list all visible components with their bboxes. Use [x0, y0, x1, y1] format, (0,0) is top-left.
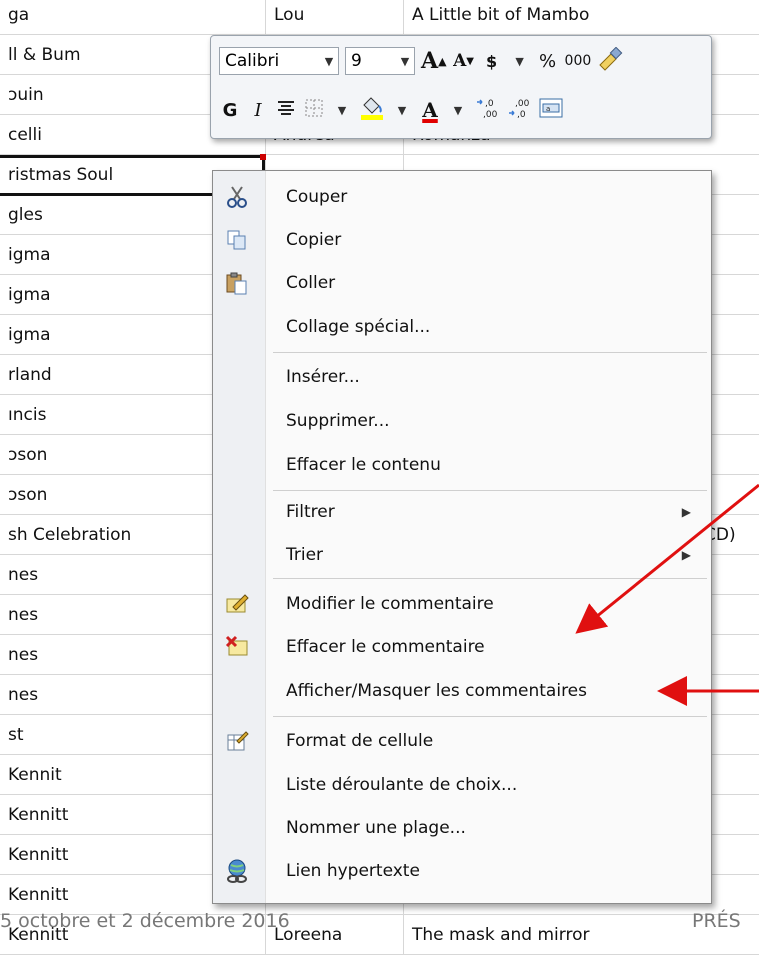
svg-text:,00: ,00	[515, 99, 530, 109]
currency-label: $	[485, 51, 498, 71]
decrease-decimal-icon: ,00,0	[507, 97, 533, 124]
shrink-font-button[interactable]: A ▼	[453, 47, 475, 75]
menu-item-show-hide-comments[interactable]: Afficher/Masquer les commentaires	[213, 671, 711, 711]
shrink-font-label: A	[453, 51, 467, 71]
menu-item-clear-contents[interactable]: Effacer le contenu	[213, 445, 711, 485]
chevron-down-icon[interactable]: ▼	[396, 55, 414, 68]
svg-text:a: a	[546, 105, 550, 113]
paint-bucket-icon	[359, 95, 385, 126]
menu-item-label: Afficher/Masquer les commentaires	[286, 681, 588, 701]
menu-item-name-range[interactable]: Nommer une plage...	[213, 808, 711, 848]
slide-footer-title: PRÉS	[692, 910, 741, 932]
thousands-separator-button[interactable]: 000	[565, 47, 592, 75]
menu-item-edit-comment[interactable]: Modifier le commentaire	[213, 584, 711, 624]
table-row: ga Lou A Little bit of Mambo	[0, 0, 759, 35]
thousands-label: 000	[564, 53, 592, 69]
svg-text:,0: ,0	[485, 99, 494, 109]
context-menu: Couper Copier Coller Collage spécial... …	[212, 170, 712, 904]
format-painter-icon	[597, 46, 623, 76]
font-color-label: A	[422, 98, 438, 122]
svg-text:,0: ,0	[517, 110, 526, 119]
submenu-arrow-icon: ▶	[681, 548, 691, 562]
menu-item-sort[interactable]: Trier ▶	[213, 535, 711, 575]
cell-artist[interactable]: ga	[0, 0, 266, 35]
menu-item-format-cells[interactable]: Format de cellule	[213, 721, 711, 761]
chevron-down-icon[interactable]: ▼	[391, 96, 413, 124]
borders-icon	[304, 98, 324, 123]
menu-item-paste[interactable]: Coller	[213, 263, 711, 303]
menu-item-paste-special[interactable]: Collage spécial...	[213, 307, 711, 347]
menu-item-cut[interactable]: Couper	[213, 177, 711, 217]
percent-button[interactable]: %	[537, 47, 559, 75]
font-name-combo[interactable]: Calibri ▼	[219, 47, 339, 75]
bold-label: G	[222, 99, 238, 121]
menu-item-delete[interactable]: Supprimer...	[213, 401, 711, 441]
menu-item-label: Lien hypertexte	[286, 861, 420, 881]
comment-indicator	[260, 154, 266, 160]
increase-decimal-icon: ,0,00	[475, 97, 501, 124]
menu-item-label: Liste déroulante de choix...	[286, 775, 518, 795]
menu-item-dropdown-list[interactable]: Liste déroulante de choix...	[213, 765, 711, 805]
font-color-button[interactable]: A	[419, 96, 441, 124]
menu-separator	[273, 352, 707, 353]
decrease-decimal-button[interactable]: ,00,0	[507, 96, 533, 124]
chevron-down-icon[interactable]: ▼	[509, 47, 531, 75]
cell-firstname[interactable]: Lou	[266, 0, 404, 35]
borders-button[interactable]	[303, 96, 325, 124]
slide-footer-date: 5 octobre et 2 décembre 2016	[0, 910, 290, 932]
hyperlink-icon	[223, 857, 251, 885]
menu-item-label: Nommer une plage...	[286, 818, 466, 838]
submenu-arrow-icon: ▶	[681, 505, 691, 519]
menu-item-label: Supprimer...	[286, 411, 390, 431]
menu-item-copy[interactable]: Copier	[213, 220, 711, 260]
menu-item-label: Filtrer	[286, 502, 335, 522]
merge-cells-icon: a	[539, 97, 563, 124]
menu-item-label: Modifier le commentaire	[286, 594, 494, 614]
delete-comment-icon	[223, 633, 251, 661]
cell-title[interactable]: A Little bit of Mambo	[404, 0, 759, 35]
format-cells-icon	[223, 727, 251, 755]
mini-toolbar: Calibri ▼ 9 ▼ A ▲ A ▼ $ ▼ % 000 G I ▼ ▼ …	[210, 35, 712, 139]
chevron-down-icon[interactable]: ▼	[447, 96, 469, 124]
menu-item-label: Format de cellule	[286, 731, 434, 751]
increase-decimal-button[interactable]: ,0,00	[475, 96, 501, 124]
menu-item-insert[interactable]: Insérer...	[213, 357, 711, 397]
menu-item-label: Coller	[286, 273, 336, 293]
scissors-icon	[223, 183, 251, 211]
menu-item-hyperlink[interactable]: Lien hypertexte	[213, 851, 711, 891]
menu-item-label: Couper	[286, 187, 348, 207]
menu-separator	[273, 578, 707, 579]
center-align-button[interactable]	[275, 96, 297, 124]
percent-label: %	[538, 50, 557, 72]
menu-item-label: Effacer le commentaire	[286, 637, 485, 657]
menu-item-label: Effacer le contenu	[286, 455, 441, 475]
copy-icon	[223, 226, 251, 254]
menu-item-label: Collage spécial...	[286, 317, 431, 337]
menu-item-filter[interactable]: Filtrer ▶	[213, 492, 711, 532]
paste-icon	[223, 269, 251, 297]
italic-label: I	[254, 99, 262, 121]
menu-item-label: Copier	[286, 230, 342, 250]
menu-separator	[273, 490, 707, 491]
grow-font-label: A	[421, 48, 439, 74]
edit-comment-icon	[223, 590, 251, 618]
fill-color-button[interactable]	[359, 96, 385, 124]
menu-item-label: Trier	[286, 545, 324, 565]
svg-text:,00: ,00	[483, 110, 498, 119]
currency-button[interactable]: $	[481, 47, 503, 75]
grow-font-button[interactable]: A ▲	[421, 47, 447, 75]
bold-button[interactable]: G	[219, 96, 241, 124]
font-size-combo[interactable]: 9 ▼	[345, 47, 415, 75]
chevron-down-icon[interactable]: ▼	[331, 96, 353, 124]
italic-button[interactable]: I	[247, 96, 269, 124]
chevron-down-icon[interactable]: ▼	[320, 55, 338, 68]
font-size-value: 9	[351, 51, 362, 71]
menu-item-delete-comment[interactable]: Effacer le commentaire	[213, 627, 711, 667]
menu-separator	[273, 716, 707, 717]
merge-center-button[interactable]: a	[539, 96, 563, 124]
align-center-icon	[276, 99, 296, 122]
format-painter-button[interactable]	[597, 46, 623, 76]
menu-item-label: Insérer...	[286, 367, 360, 387]
font-name-value: Calibri	[225, 51, 280, 71]
